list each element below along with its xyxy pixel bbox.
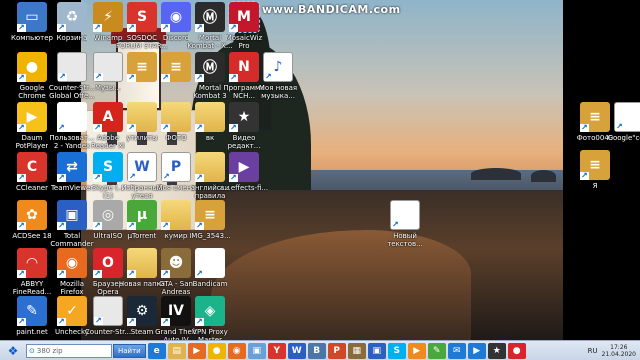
start-button[interactable]: ❖ [2, 342, 24, 360]
icon-folder-vk-label: вк [205, 134, 215, 142]
icon-mosaicwiz-label: MosaicWiz Pro [225, 34, 263, 50]
taskbar-search-input[interactable]: ⊙ 380 zip [26, 343, 112, 358]
taskbar: ❖ ⊙ 380 zip Найти e ▤ ▶ ● ◉ ▣ Y W B P ▦ ▣ S ▶ ✎ ✉ ▶ ★ ● RU… [0, 340, 640, 360]
bandicam-watermark: www.BANDICAM.com [262, 3, 401, 16]
icon-bandicam-image: ● [195, 248, 225, 278]
taskbar-explorer-button[interactable]: ▤ [167, 342, 186, 359]
icon-daum-potplayer-image: ▶ [17, 102, 47, 132]
taskbar-yandex-button[interactable]: Y [267, 342, 286, 359]
icon-img-file-label: IMG_3543... [189, 232, 231, 240]
taskbar-photos-button[interactable]: ▣ [247, 342, 266, 359]
icon-abbyy-finereader-image: ◠ [17, 248, 47, 278]
desktop[interactable]: www.BANDICAM.com ▭Компьютер♻Корзина⚡Wina… [0, 0, 640, 340]
icon-google-chrome-label: Google Chrome [18, 84, 46, 100]
icon-ya[interactable]: ≡Я [567, 150, 623, 199]
icon-video-editor-image: ★ [229, 102, 259, 132]
taskbar-pinned-apps: e ▤ ▶ ● ◉ ▣ Y W B P ▦ ▣ S ▶ ✎ ✉ ▶ ★ ● [146, 342, 526, 359]
taskbar-photo-viewer-button[interactable]: ▦ [347, 342, 366, 359]
icon-effects-file-image: ▶ [229, 152, 259, 182]
icon-video-editor[interactable]: ★ Видео редакт... [216, 102, 272, 151]
icon-img-file[interactable]: ≡ IMG_3543... [182, 200, 238, 249]
clock-time: 17:26 [610, 343, 628, 351]
taskbar-total-cmd-button[interactable]: ▣ [367, 342, 386, 359]
language-indicator[interactable]: RU [588, 347, 598, 355]
icon-ya-label: Я [592, 182, 598, 190]
icon-vpn-proxy[interactable]: ◈ VPN Proxy Master [182, 296, 238, 340]
icon-bandicam-label: Bandicam [192, 280, 228, 288]
taskbar-firefox-button[interactable]: ◉ [227, 342, 246, 359]
icon-new-text-doc-label: Новый текстов... [387, 232, 423, 248]
icon-video-editor-label: Видео редакт... [227, 134, 261, 150]
icon-ccleaner-image: C [17, 152, 47, 182]
icon-ya-image: ≡ [580, 150, 610, 180]
icon-computer-image: ▭ [17, 2, 47, 32]
icon-mosaicwiz-image: M [228, 1, 260, 33]
system-tray: RU 17:26 21.04.2020 [588, 342, 640, 360]
clock[interactable]: 17:26 21.04.2020 [602, 344, 636, 358]
taskbar-vk-button[interactable]: B [307, 342, 326, 359]
taskbar-ie-button[interactable]: e [147, 342, 166, 359]
icon-img-file-image: ≡ [195, 200, 225, 230]
search-value: 380 zip [36, 346, 63, 355]
icon-google-chrome-image: ● [17, 52, 47, 82]
taskbar-skype-button[interactable]: S [387, 342, 406, 359]
icon-new-text-doc-image [390, 200, 420, 230]
taskbar-chrome-button[interactable]: ● [207, 342, 226, 359]
taskbar-word-button[interactable]: W [287, 342, 306, 359]
taskbar-wmp-button[interactable]: ▶ [407, 342, 426, 359]
icon-new-text-doc[interactable]: Новый текстов... [377, 200, 433, 249]
icon-acdsee-image: ✿ [17, 200, 47, 230]
wallpaper-island [471, 168, 521, 180]
icon-mp3-file-image: ♪ [263, 52, 293, 82]
taskbar-media-button[interactable]: ▶ [187, 342, 206, 359]
taskbar-unknown-button[interactable]: ★ [487, 342, 506, 359]
taskbar-paint-button[interactable]: ✎ [427, 342, 446, 359]
search-button[interactable]: Найти [113, 343, 146, 358]
icon-paint-net-image: ✎ [17, 296, 47, 326]
search-icon: ⊙ [29, 346, 35, 355]
icon-effects-file[interactable]: ▶ а...effects-fi... [216, 152, 272, 201]
icon-google-com-image [614, 102, 640, 132]
taskbar-player-button[interactable]: ▶ [467, 342, 486, 359]
icon-effects-file-label: а...effects-fi... [219, 184, 269, 192]
icon-google-com-label: Google"com [607, 134, 640, 142]
taskbar-bandicam-button[interactable]: ● [507, 342, 526, 359]
icon-mp3-file[interactable]: ♪ Моя новая музыка... [250, 52, 306, 101]
icon-mp3-file-label: Моя новая музыка... [258, 84, 298, 100]
icon-mosaicwiz[interactable]: MMosaicWiz Pro [216, 1, 272, 51]
icon-vpn-proxy-image: ◈ [195, 296, 225, 326]
icon-vpn-proxy-label: VPN Proxy Master [192, 328, 228, 340]
icon-google-com[interactable]: Google"com [601, 102, 640, 151]
icon-bandicam[interactable]: ● Bandicam [182, 248, 238, 297]
wallpaper-island-small [531, 170, 556, 182]
taskbar-mail-button[interactable]: ✉ [447, 342, 466, 359]
taskbar-powerpoint-button[interactable]: P [327, 342, 346, 359]
clock-date: 21.04.2020 [601, 350, 636, 358]
